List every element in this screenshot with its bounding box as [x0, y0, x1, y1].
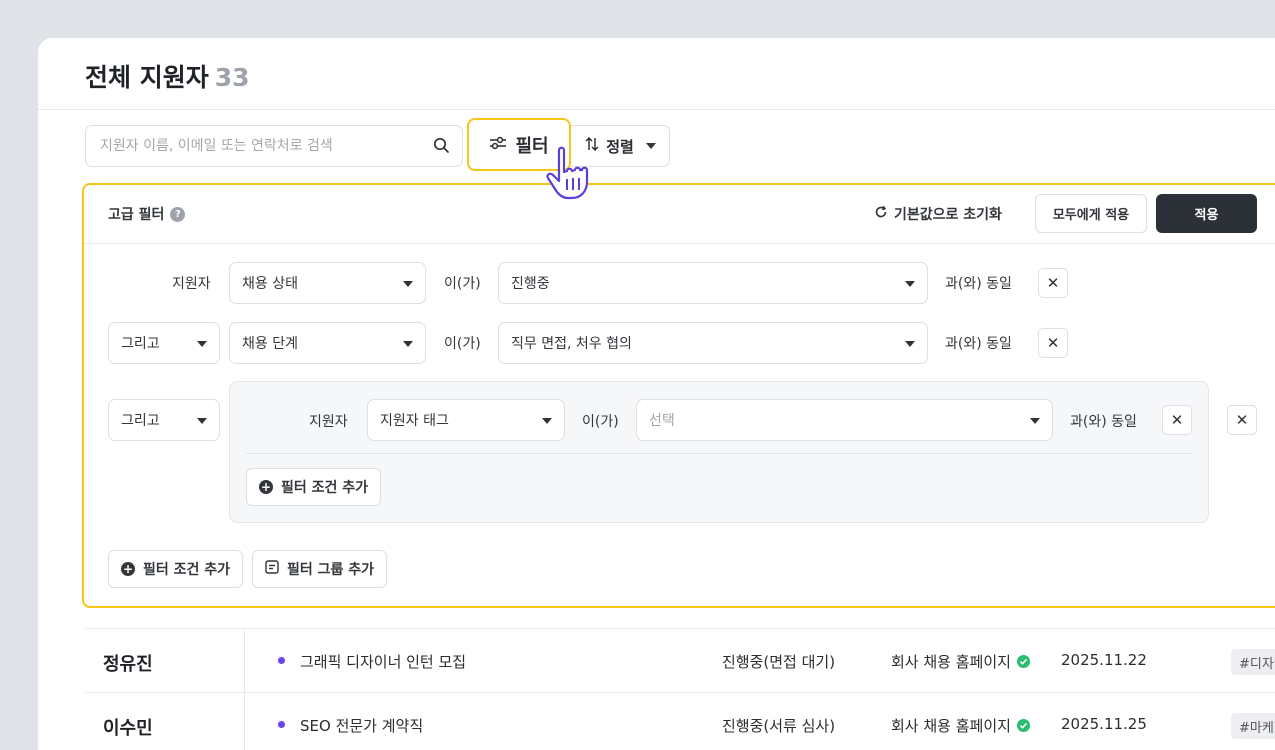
plus-circle-icon: +: [121, 562, 135, 576]
filter-group: 지원자 지원자 태그 이(가) 선택 과(와) 동일 ✕ + 필터 조건 추가: [229, 381, 1209, 523]
value-select[interactable]: 선택: [636, 399, 1053, 441]
add-condition-label: 필터 조건 추가: [143, 562, 231, 578]
search-input[interactable]: [100, 126, 430, 166]
applied-date: 2025.11.22: [1061, 651, 1147, 669]
connector-value: 그리고: [121, 413, 160, 429]
job-title: SEO 전문가 계약직: [300, 717, 424, 735]
condition-operator: 이(가): [444, 336, 481, 352]
plus-circle-icon: +: [259, 480, 273, 494]
apply-button[interactable]: 적용: [1156, 194, 1257, 233]
group-divider: [246, 453, 1192, 454]
caret-down-icon: [197, 418, 207, 424]
reset-label: 기본값으로 초기화: [894, 207, 1002, 223]
value-select-value: 진행중: [511, 276, 550, 292]
condition-suffix: 과(와) 동일: [945, 336, 1012, 352]
remove-condition-button[interactable]: ✕: [1038, 268, 1068, 298]
applied-date: 2025.11.25: [1061, 715, 1147, 733]
applicant-tag: #디자인: [1231, 649, 1275, 675]
hiring-status: 진행중(서류 심사): [722, 717, 836, 735]
job-dot-icon: [278, 657, 285, 664]
source-label: 회사 채용 홈페이지: [891, 653, 1011, 671]
header-divider: [38, 109, 1275, 110]
add-group-label: 필터 그룹 추가: [287, 562, 375, 578]
job-title: 그래픽 디자이너 인턴 모집: [300, 653, 467, 671]
field-select[interactable]: 지원자 태그: [367, 399, 565, 441]
advanced-filter-panel: 고급 필터 ? 기본값으로 초기화 모두에게 적용 적용 지원자 채용 상태 이…: [82, 183, 1275, 608]
sort-button-label: 정렬: [606, 137, 634, 156]
value-select[interactable]: 직무 면접, 처우 협의: [498, 322, 928, 364]
caret-down-icon: [403, 341, 413, 347]
close-icon: ✕: [1170, 411, 1184, 429]
column-divider: [244, 629, 245, 693]
application-source: 회사 채용 홈페이지: [891, 651, 1030, 672]
value-select-placeholder: 선택: [649, 413, 675, 429]
field-select-value: 채용 단계: [242, 336, 298, 352]
filter-button-label: 필터: [515, 135, 549, 157]
connector-select[interactable]: 그리고: [108, 399, 220, 441]
close-icon: ✕: [1235, 411, 1249, 429]
remove-condition-button[interactable]: ✕: [1162, 405, 1192, 435]
advanced-filter-title-text: 고급 필터: [108, 207, 165, 223]
source-label: 회사 채용 홈페이지: [891, 717, 1011, 735]
table-row[interactable]: 이수민 SEO 전문가 계약직 진행중(서류 심사) 회사 채용 홈페이지 20…: [85, 692, 1275, 750]
condition-subject: 지원자: [172, 276, 211, 292]
search-icon[interactable]: [433, 137, 450, 158]
condition-subject: 지원자: [309, 414, 348, 430]
advanced-filter-title: 고급 필터 ?: [108, 204, 186, 224]
add-condition-button[interactable]: + 필터 조건 추가: [108, 550, 244, 588]
caret-down-icon: [403, 281, 413, 287]
reset-to-default-button[interactable]: 기본값으로 초기화: [874, 204, 1002, 224]
verified-check-icon: [1016, 655, 1030, 668]
remove-group-button[interactable]: ✕: [1227, 405, 1257, 435]
close-icon: ✕: [1046, 334, 1060, 352]
field-select[interactable]: 채용 상태: [229, 262, 426, 304]
add-condition-label: 필터 조건 추가: [281, 480, 369, 496]
caret-down-icon: [645, 143, 656, 149]
add-group-button[interactable]: 필터 그룹 추가: [252, 550, 388, 588]
close-icon: ✕: [1046, 274, 1060, 292]
condition-suffix: 과(와) 동일: [1070, 414, 1137, 430]
field-select-value: 지원자 태그: [380, 413, 449, 429]
caret-down-icon: [542, 418, 552, 424]
advanced-filter-header: 고급 필터 ? 기본값으로 초기화 모두에게 적용 적용: [84, 185, 1275, 244]
table-row[interactable]: 정유진 그래픽 디자이너 인턴 모집 진행중(면접 대기) 회사 채용 홈페이지…: [85, 628, 1275, 693]
hand-pointer-icon: [545, 144, 597, 210]
field-select-value: 채용 상태: [242, 276, 298, 292]
page-title-text: 전체 지원자: [85, 63, 209, 92]
caret-down-icon: [905, 341, 915, 347]
verified-check-icon: [1016, 719, 1030, 732]
applicants-panel: 전체 지원자33 필터 정렬 정유진 그래픽 디자이너 인턴 모집 진행중(면접…: [38, 38, 1275, 750]
job-dot-icon: [278, 721, 285, 728]
page-title: 전체 지원자 33: [85, 58, 250, 94]
group-list-icon: [265, 560, 279, 578]
applicant-name[interactable]: 이수민: [103, 714, 153, 740]
connector-value: 그리고: [121, 336, 160, 352]
connector-select[interactable]: 그리고: [108, 322, 220, 364]
condition-suffix: 과(와) 동일: [945, 276, 1012, 292]
condition-operator: 이(가): [582, 414, 619, 430]
value-select-value: 직무 면접, 처우 협의: [511, 336, 632, 352]
column-divider: [244, 693, 245, 750]
applicant-count: 33: [214, 63, 250, 92]
remove-condition-button[interactable]: ✕: [1038, 328, 1068, 358]
help-icon[interactable]: ?: [170, 206, 186, 222]
sliders-icon: [489, 134, 507, 155]
hiring-status: 진행중(면접 대기): [722, 653, 836, 671]
refresh-icon: [874, 205, 888, 223]
condition-operator: 이(가): [444, 276, 481, 292]
add-condition-button[interactable]: + 필터 조건 추가: [246, 468, 382, 506]
value-select[interactable]: 진행중: [498, 262, 928, 304]
apply-to-all-button[interactable]: 모두에게 적용: [1035, 194, 1147, 233]
application-source: 회사 채용 홈페이지: [891, 715, 1030, 736]
applicant-tag: #마케팅: [1231, 713, 1275, 739]
caret-down-icon: [1030, 418, 1040, 424]
search-box[interactable]: [85, 125, 463, 167]
field-select[interactable]: 채용 단계: [229, 322, 426, 364]
caret-down-icon: [197, 341, 207, 347]
caret-down-icon: [905, 281, 915, 287]
applicant-name[interactable]: 정유진: [103, 650, 153, 676]
